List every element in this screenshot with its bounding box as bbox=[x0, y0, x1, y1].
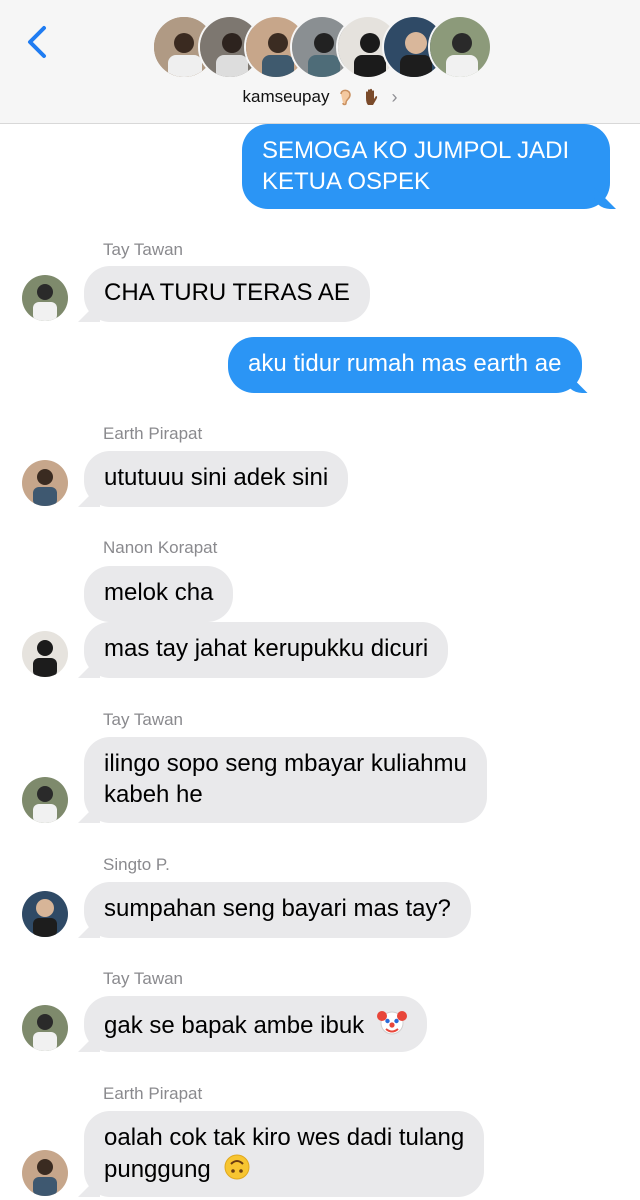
sender-name: Nanon Korapat bbox=[103, 538, 218, 557]
message-text-line: mas tay jahat kerupukku dicuri bbox=[104, 635, 429, 662]
group-name-row[interactable]: kamseupay › bbox=[0, 84, 640, 110]
incoming-message-bubble[interactable]: mas tay jahat kerupukku dicuri bbox=[84, 622, 449, 678]
sender-avatar bbox=[22, 777, 68, 823]
message-text-line: ututuuu sini adek sini bbox=[104, 464, 329, 491]
incoming-message-bubble[interactable]: oalah cok tak kiro wes dadi tulang pungg… bbox=[84, 1111, 485, 1197]
message-text-line: KETUA OSPEK bbox=[262, 168, 431, 195]
sender-avatar bbox=[22, 891, 68, 937]
outgoing-message-bubble[interactable]: SEMOGA KO JUMPOL JADI KETUA OSPEK bbox=[242, 124, 610, 209]
sender-avatar bbox=[22, 275, 68, 321]
sender-name: Tay Tawan bbox=[103, 969, 184, 988]
sender-name: Tay Tawan bbox=[103, 240, 184, 259]
message-text-line: ilingo sopo seng mbayar kuliahmu bbox=[104, 750, 467, 777]
sender-name: Tay Tawan bbox=[103, 710, 184, 729]
message-text-line: kabeh he bbox=[104, 781, 203, 808]
upside-down-face-emoji-icon bbox=[224, 1154, 250, 1180]
sender-avatar bbox=[22, 631, 68, 677]
chevron-right-icon: › bbox=[391, 86, 398, 107]
chevron-left-icon bbox=[28, 26, 46, 58]
raised-hand-emoji-icon bbox=[366, 88, 378, 105]
sender-avatar bbox=[22, 460, 68, 506]
sender-avatar bbox=[22, 1005, 68, 1051]
incoming-message-bubble[interactable]: sumpahan seng bayari mas tay? bbox=[84, 882, 471, 938]
group-avatar-stack[interactable] bbox=[152, 15, 492, 79]
incoming-message-bubble[interactable]: ilingo sopo seng mbayar kuliahmu kabeh h… bbox=[84, 737, 487, 823]
incoming-message-bubble[interactable]: CHA TURU TERAS AE bbox=[84, 266, 370, 322]
message-text-line: sumpahan seng bayari mas tay? bbox=[104, 895, 451, 922]
conversation-header: kamseupay › bbox=[0, 0, 640, 124]
sender-name: Earth Pirapat bbox=[103, 1084, 203, 1103]
ear-emoji-icon bbox=[340, 89, 352, 106]
message-text-line: punggung bbox=[104, 1156, 211, 1183]
group-name: kamseupay bbox=[242, 87, 330, 106]
incoming-message-bubble[interactable]: ututuuu sini adek sini bbox=[84, 451, 349, 507]
message-text-line: CHA TURU TERAS AE bbox=[104, 279, 350, 306]
message-text-line: SEMOGA KO JUMPOL JADI bbox=[262, 137, 570, 164]
outgoing-message-bubble[interactable]: aku tidur rumah mas earth ae bbox=[228, 337, 582, 393]
message-text-line: melok cha bbox=[104, 579, 214, 606]
back-button[interactable] bbox=[22, 24, 52, 60]
sender-avatar bbox=[22, 1150, 68, 1196]
clown-face-emoji-icon bbox=[376, 1011, 407, 1035]
participant-avatar bbox=[428, 15, 492, 79]
sender-name: Singto P. bbox=[103, 855, 170, 874]
message-text-line: oalah cok tak kiro wes dadi tulang bbox=[104, 1124, 465, 1151]
message-text-line: gak se bapak ambe ibuk bbox=[104, 1012, 365, 1039]
sender-name: Earth Pirapat bbox=[103, 424, 203, 443]
incoming-message-bubble[interactable]: melok cha bbox=[84, 566, 234, 622]
message-text-line: aku tidur rumah mas earth ae bbox=[248, 350, 562, 377]
incoming-message-bubble[interactable]: gak se bapak ambe ibuk bbox=[84, 996, 427, 1052]
